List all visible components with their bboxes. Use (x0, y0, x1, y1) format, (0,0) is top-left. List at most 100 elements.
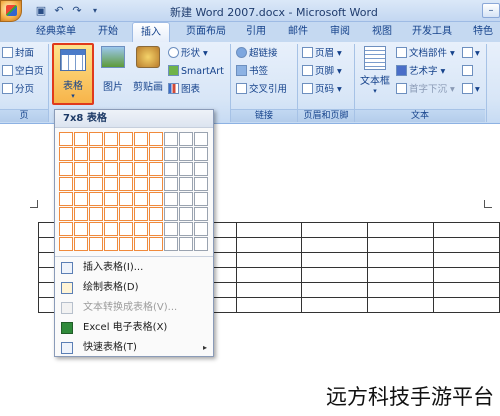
table-grid-cell[interactable] (104, 237, 118, 251)
table-grid-cell[interactable] (59, 177, 73, 191)
table-grid-cell[interactable] (74, 192, 88, 206)
table-grid-cell[interactable] (134, 147, 148, 161)
hyperlink-button[interactable]: 超链接 (236, 46, 278, 61)
table-grid-cell[interactable] (149, 222, 163, 236)
redo-icon[interactable]: ↷ (70, 4, 84, 18)
table-grid-cell[interactable] (149, 207, 163, 221)
table-grid-cell[interactable] (59, 222, 73, 236)
bookmark-button[interactable]: 书签 (236, 64, 268, 79)
table-grid-cell[interactable] (104, 162, 118, 176)
smartart-button[interactable]: SmartArt (168, 64, 224, 79)
table-size-grid[interactable] (59, 132, 211, 254)
table-grid-cell[interactable] (164, 177, 178, 191)
tab-developer[interactable]: 开发工具 (406, 22, 458, 42)
tab-special[interactable]: 特色 (466, 22, 500, 42)
tab-review[interactable]: 审阅 (324, 22, 356, 42)
table-grid-cell[interactable] (149, 132, 163, 146)
table-grid-cell[interactable] (194, 222, 208, 236)
page-number-button[interactable]: 页码 ▾ (302, 82, 342, 97)
textbox-button[interactable]: 文本框 ▾ (358, 46, 392, 95)
table-grid-cell[interactable] (119, 207, 133, 221)
table-grid-cell[interactable] (104, 177, 118, 191)
table-grid-cell[interactable] (89, 192, 103, 206)
table-grid-cell[interactable] (59, 132, 73, 146)
table-grid-cell[interactable] (149, 147, 163, 161)
table-grid-cell[interactable] (74, 222, 88, 236)
tab-mailings[interactable]: 邮件 (282, 22, 314, 42)
table-grid-cell[interactable] (104, 207, 118, 221)
table-grid-cell[interactable] (89, 237, 103, 251)
object-icon[interactable]: ▾ (462, 82, 480, 97)
header-button[interactable]: 页眉 ▾ (302, 46, 342, 61)
table-grid-cell[interactable] (194, 132, 208, 146)
wordart-button[interactable]: 艺术字 ▾ (396, 64, 445, 79)
table-grid-cell[interactable] (194, 147, 208, 161)
table-grid-cell[interactable] (104, 192, 118, 206)
table-grid-cell[interactable] (59, 207, 73, 221)
tab-page-layout[interactable]: 页面布局 (180, 22, 232, 42)
table-grid-cell[interactable] (59, 162, 73, 176)
table-grid-cell[interactable] (164, 132, 178, 146)
table-grid-cell[interactable] (179, 147, 193, 161)
cross-reference-button[interactable]: 交叉引用 (236, 82, 287, 97)
table-grid-cell[interactable] (74, 237, 88, 251)
cover-page-button[interactable]: 封面 (2, 46, 34, 61)
table-grid-cell[interactable] (119, 192, 133, 206)
table-grid-cell[interactable] (194, 162, 208, 176)
undo-icon[interactable]: ↶ (52, 4, 66, 18)
table-grid-cell[interactable] (119, 162, 133, 176)
table-grid-cell[interactable] (194, 237, 208, 251)
blank-page-button[interactable]: 空白页 (2, 64, 44, 79)
dropcap-button[interactable]: 首字下沉 ▾ (396, 82, 455, 97)
tab-insert[interactable]: 插入 (132, 22, 170, 42)
table-grid-cell[interactable] (179, 132, 193, 146)
table-grid-cell[interactable] (74, 132, 88, 146)
table-grid-cell[interactable] (59, 237, 73, 251)
table-grid-cell[interactable] (164, 237, 178, 251)
table-grid-cell[interactable] (164, 147, 178, 161)
table-grid-cell[interactable] (89, 207, 103, 221)
table-grid-cell[interactable] (164, 162, 178, 176)
tab-view[interactable]: 视图 (366, 22, 398, 42)
table-grid-cell[interactable] (89, 147, 103, 161)
table-grid-cell[interactable] (89, 162, 103, 176)
table-grid-cell[interactable] (149, 177, 163, 191)
qat-customize-icon[interactable]: ▾ (88, 4, 102, 18)
table-grid-cell[interactable] (59, 192, 73, 206)
tab-references[interactable]: 引用 (240, 22, 272, 42)
table-grid-cell[interactable] (119, 237, 133, 251)
table-grid-cell[interactable] (134, 192, 148, 206)
excel-spreadsheet-menu-item[interactable]: Excel 电子表格(X) (55, 318, 213, 338)
table-grid-cell[interactable] (179, 237, 193, 251)
table-grid-cell[interactable] (194, 207, 208, 221)
page-break-button[interactable]: 分页 (2, 82, 34, 97)
minimize-button[interactable]: – (482, 3, 500, 18)
table-grid-cell[interactable] (74, 207, 88, 221)
table-grid-cell[interactable] (74, 162, 88, 176)
table-grid-cell[interactable] (74, 147, 88, 161)
table-grid-cell[interactable] (134, 162, 148, 176)
table-grid-cell[interactable] (179, 192, 193, 206)
table-grid-cell[interactable] (194, 177, 208, 191)
table-grid-cell[interactable] (119, 132, 133, 146)
table-grid-cell[interactable] (59, 147, 73, 161)
signature-line-icon[interactable]: ▾ (462, 46, 480, 61)
table-grid-cell[interactable] (134, 177, 148, 191)
table-grid-cell[interactable] (89, 132, 103, 146)
tab-home[interactable]: 开始 (90, 22, 126, 42)
table-grid-cell[interactable] (179, 177, 193, 191)
table-grid-cell[interactable] (119, 222, 133, 236)
tab-classic-menu[interactable]: 经典菜单 (30, 22, 82, 42)
table-grid-cell[interactable] (104, 132, 118, 146)
text-to-table-menu-item[interactable]: 文本转换成表格(V)... (55, 298, 213, 318)
office-button[interactable] (0, 0, 22, 22)
table-grid-cell[interactable] (194, 192, 208, 206)
table-grid-cell[interactable] (104, 222, 118, 236)
table-grid-cell[interactable] (164, 207, 178, 221)
table-grid-cell[interactable] (134, 222, 148, 236)
datetime-icon[interactable] (462, 64, 475, 79)
table-grid-cell[interactable] (164, 192, 178, 206)
table-grid-cell[interactable] (179, 162, 193, 176)
chart-button[interactable]: 图表 (168, 82, 200, 97)
table-grid-cell[interactable] (149, 192, 163, 206)
